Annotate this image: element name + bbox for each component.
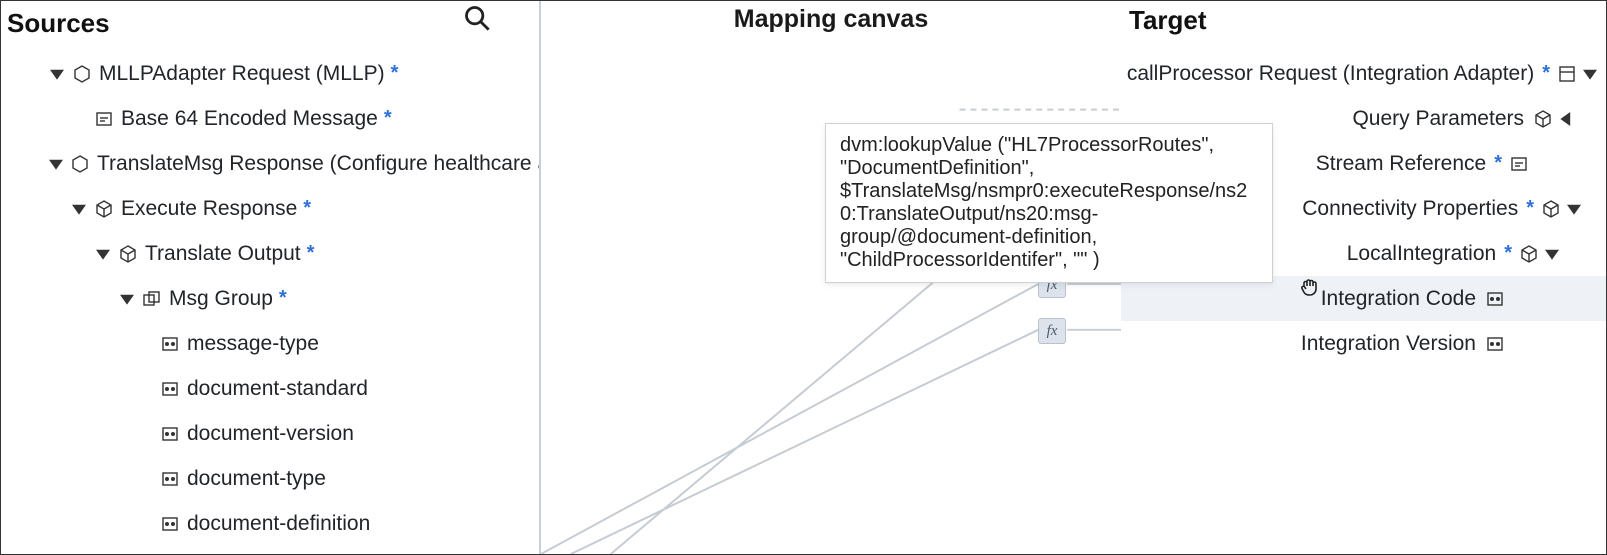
node-label: MLLPAdapter Request (MLLP) [99,62,385,86]
sources-header: Sources [1,1,539,41]
cube-icon [1542,200,1560,218]
caret-down-icon[interactable] [49,156,63,172]
object-icon [1558,65,1576,83]
node-label: Msg Group [169,287,273,311]
caret-down-icon[interactable] [49,66,65,82]
node-label: callProcessor Request (Integration Adapt… [1127,62,1534,86]
required-marker: * [307,242,315,265]
caret-down-icon[interactable] [71,201,87,217]
sources-title: Sources [7,8,110,39]
object-icon [71,155,89,173]
field-icon [1510,155,1528,173]
cube-icon [95,200,113,218]
node-label: document-type [187,467,326,491]
attr-icon [161,470,179,488]
required-marker: * [1542,62,1550,85]
source-leaf-message-type[interactable]: message-type [1,321,539,366]
attr-icon [1486,290,1504,308]
canvas-title: Mapping canvas [734,5,929,34]
node-label: document-definition [187,512,370,536]
attr-icon [1486,335,1504,353]
group-icon [143,290,161,308]
cube-icon [1534,110,1552,128]
node-label: LocalIntegration [1347,242,1496,266]
search-icon[interactable] [463,4,491,32]
target-node-version[interactable]: Integration Version [1121,321,1606,366]
mapper-app: Sources MLLPAdapter Request (MLLP) * [0,0,1607,555]
caret-down-icon[interactable] [95,246,111,262]
grab-cursor-icon [1298,276,1322,300]
caret-down-icon[interactable] [1544,246,1560,262]
required-marker: * [1494,152,1502,175]
source-node-output[interactable]: Translate Output * [1,231,539,276]
node-label: Translate Output [145,242,301,266]
caret-down-icon[interactable] [1566,201,1582,217]
required-marker: * [1526,197,1534,220]
source-node-translate[interactable]: TranslateMsg Response (Configure healthc… [1,141,539,186]
fx-label: fx [1047,323,1058,340]
node-label: Query Parameters [1352,107,1524,131]
object-icon [73,65,91,83]
caret-left-icon[interactable] [1558,111,1574,127]
required-marker: * [303,197,311,220]
node-label: Integration Version [1301,332,1476,356]
target-node-root[interactable]: callProcessor Request (Integration Adapt… [1121,51,1606,96]
attr-icon [161,335,179,353]
source-leaf-document-version[interactable]: document-version [1,411,539,456]
node-label: Base 64 Encoded Message [121,107,378,131]
mapping-canvas[interactable]: Mapping canvas fx fx dvm:lookupValue ("H… [541,1,1121,554]
source-node-execute[interactable]: Execute Response * [1,186,539,231]
field-icon [95,110,113,128]
source-leaf-document-definition[interactable]: document-definition [1,501,539,546]
required-marker: * [384,107,392,130]
expression-tooltip: dvm:lookupValue ("HL7ProcessorRoutes", "… [825,123,1273,283]
node-label: document-standard [187,377,368,401]
required-marker: * [279,287,287,310]
tooltip-text: dvm:lookupValue ("HL7ProcessorRoutes", "… [840,134,1247,271]
cube-icon [1520,245,1538,263]
attr-icon [161,425,179,443]
target-title: Target [1121,1,1606,41]
fx-badge-version[interactable]: fx [1038,318,1066,344]
attr-icon [161,380,179,398]
source-node-msggroup[interactable]: Msg Group * [1,276,539,321]
source-leaf-document-type[interactable]: document-type [1,456,539,501]
node-label: Stream Reference [1316,152,1486,176]
cube-icon [119,245,137,263]
caret-down-icon[interactable] [1582,66,1598,82]
source-leaf-document-standard[interactable]: document-standard [1,366,539,411]
source-tree: MLLPAdapter Request (MLLP) * Base 64 Enc… [1,41,539,546]
node-label: Connectivity Properties [1302,197,1518,221]
node-label: Integration Code [1321,287,1476,311]
required-marker: * [391,62,399,85]
required-marker: * [1504,242,1512,265]
node-label: document-version [187,422,354,446]
node-label: TranslateMsg Response (Configure healthc… [97,152,541,176]
source-node-base64[interactable]: Base 64 Encoded Message * [1,96,539,141]
caret-down-icon[interactable] [119,291,135,307]
sources-panel: Sources MLLPAdapter Request (MLLP) * [1,1,541,554]
node-label: message-type [187,332,319,356]
attr-icon [161,515,179,533]
source-node-mllp[interactable]: MLLPAdapter Request (MLLP) * [1,51,539,96]
node-label: Execute Response [121,197,297,221]
